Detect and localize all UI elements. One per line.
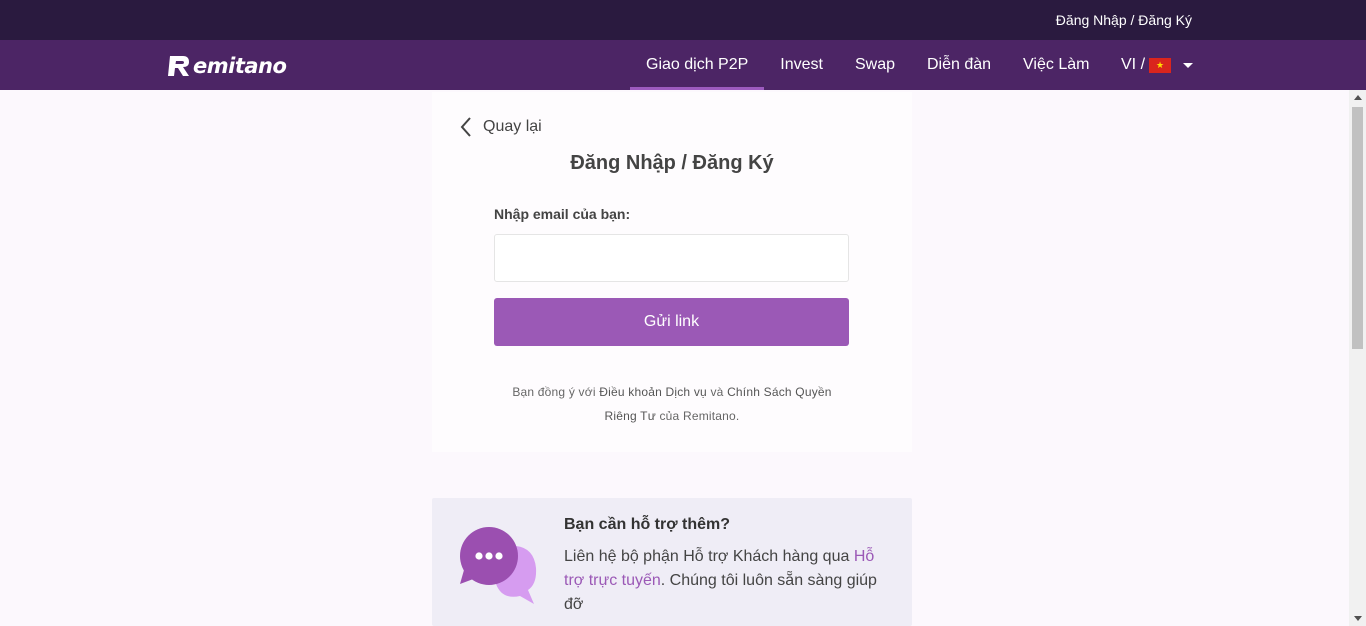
nav-item-p2p[interactable]: Giao dịch P2P	[630, 40, 765, 90]
support-box: Bạn cần hỗ trợ thêm? Liên hệ bộ phận Hỗ …	[432, 498, 912, 626]
logo-text: emitano	[193, 54, 287, 78]
scrollbar-thumb[interactable]	[1352, 107, 1363, 349]
terms-of-service-link[interactable]: Điều khoản Dịch vụ	[599, 385, 707, 399]
chat-bubbles-icon	[460, 527, 537, 604]
back-button[interactable]: Quay lại	[459, 116, 542, 138]
vertical-scrollbar[interactable]	[1349, 90, 1366, 626]
email-label: Nhập email của bạn:	[494, 206, 631, 222]
language-label: VI /	[1121, 56, 1146, 73]
logo-r-icon	[168, 56, 189, 76]
page-title: Đăng Nhập / Đăng Ký	[570, 152, 774, 174]
support-text-prefix: Liên hệ bộ phận Hỗ trợ Khách hàng qua	[564, 548, 854, 565]
support-title: Bạn cần hỗ trợ thêm?	[564, 516, 731, 533]
login-card: Quay lại Đăng Nhập / Đăng Ký Nhập email …	[432, 92, 912, 452]
send-link-button[interactable]: Gửi link	[494, 298, 849, 346]
nav-item-jobs[interactable]: Việc Làm	[1007, 40, 1105, 90]
nav-menu: Giao dịch P2P Invest Swap Diễn đàn Việc …	[630, 40, 1105, 90]
terms-suffix: của Remitano.	[655, 409, 740, 423]
email-input[interactable]	[494, 234, 849, 282]
chevron-left-icon	[460, 117, 471, 137]
nav-item-invest[interactable]: Invest	[764, 40, 839, 90]
scroll-down-icon[interactable]	[1354, 616, 1362, 621]
login-register-link[interactable]: Đăng Nhập / Đăng Ký	[1056, 12, 1192, 28]
vietnam-flag-icon: ★	[1149, 57, 1172, 73]
scroll-up-icon[interactable]	[1354, 95, 1362, 100]
back-label: Quay lại	[483, 118, 542, 135]
terms-text: Bạn đồng ý với Điều khoản Dịch vụ và Chí…	[502, 380, 842, 428]
language-selector[interactable]: VI / ★	[1121, 40, 1194, 90]
terms-prefix: Bạn đồng ý với	[512, 385, 600, 399]
top-bar: Đăng Nhập / Đăng Ký	[0, 0, 1366, 40]
terms-middle: và	[706, 385, 728, 399]
nav-item-swap[interactable]: Swap	[839, 40, 911, 90]
chevron-down-icon	[1183, 62, 1194, 68]
support-description: Liên hệ bộ phận Hỗ trợ Khách hàng qua Hỗ…	[564, 545, 889, 617]
main-navbar: emitano Giao dịch P2P Invest Swap Diễn đ…	[0, 40, 1366, 90]
remitano-logo[interactable]: emitano	[168, 53, 287, 79]
nav-item-forum[interactable]: Diễn đàn	[911, 40, 1007, 90]
